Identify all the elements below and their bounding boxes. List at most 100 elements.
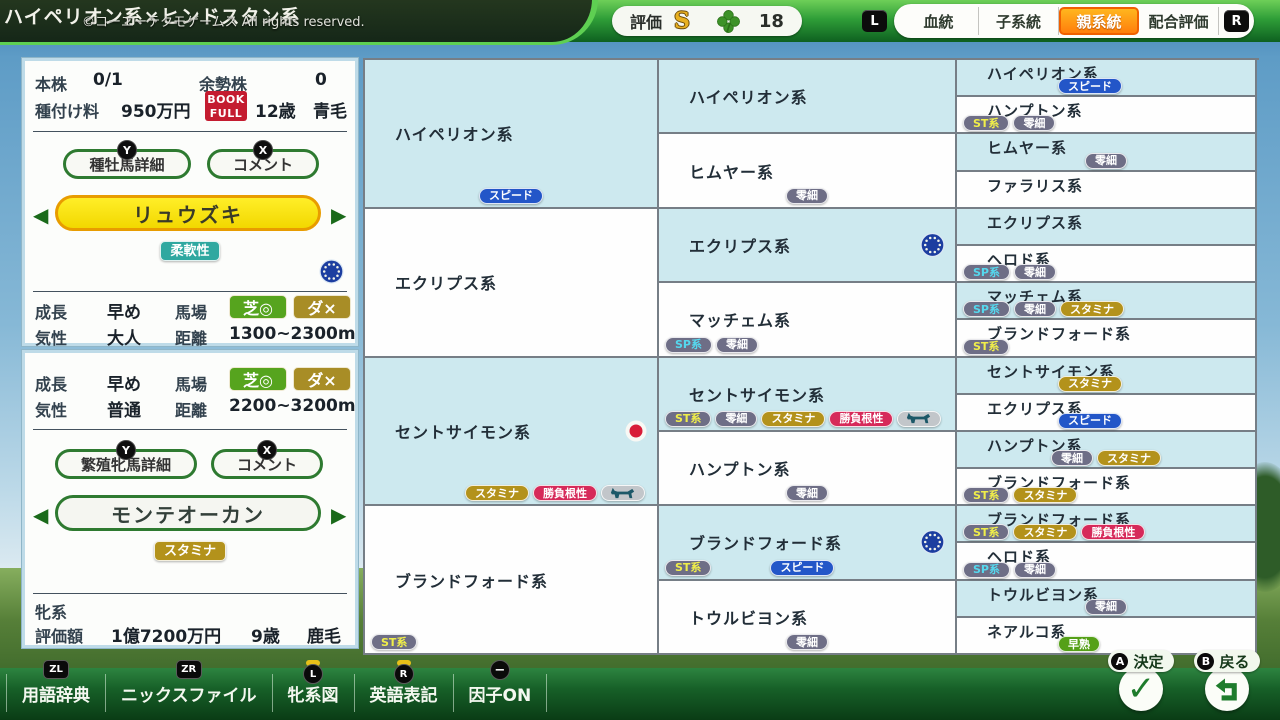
aptitude-badge: スタミナ xyxy=(1013,487,1078,504)
lineage-column-1: ハイペリオン系 スピードエクリプス系セントサイモン系スタミナ 勝負根性ブランドフォー… xyxy=(365,60,659,655)
back-label: 戻る xyxy=(1219,652,1250,671)
aptitude-badge: ST系 xyxy=(963,524,1010,541)
jp-icon xyxy=(625,420,647,442)
y-key-icon: Y xyxy=(117,140,137,160)
clover-count: 18 xyxy=(758,10,784,32)
next-stallion-arrow[interactable]: ▶ xyxy=(331,203,346,227)
mare-age: 9歳 xyxy=(251,627,280,647)
confirm-button-group[interactable]: A 決定 ✓ xyxy=(1098,650,1184,711)
back-circle[interactable] xyxy=(1205,667,1249,711)
badge-row: ST系 スタミナ 勝負根性 xyxy=(963,524,1249,541)
tab-親系統[interactable]: 親系統 xyxy=(1059,7,1139,35)
tab-子系統[interactable]: 子系統 xyxy=(979,7,1059,35)
lineage-cell[interactable]: ブランドフォード系 ST系 スタミナ xyxy=(957,469,1257,507)
fee-label: 種付け料 xyxy=(35,102,100,121)
tab-血統[interactable]: 血統 xyxy=(899,7,979,35)
confirm-circle[interactable]: ✓ xyxy=(1119,667,1163,711)
lineage-cell[interactable]: マッチェム系 SP系 零細 xyxy=(659,283,957,358)
aptitude-badge: スタミナ xyxy=(1059,301,1124,318)
lineage-cell[interactable]: ヘロド系 SP系 零細 xyxy=(957,245,1257,284)
lineage-cell[interactable]: セントサイモン系 スタミナ xyxy=(957,357,1257,395)
lineage-cell[interactable]: ヒムヤー系 零細 xyxy=(957,134,1257,172)
mare-name-pill[interactable]: モンテオーカン xyxy=(55,495,321,531)
lineage-cell[interactable]: トウルビヨン系 零細 xyxy=(659,580,957,655)
badge-row: ST系 xyxy=(371,634,651,650)
lineage-name: エクリプス系 xyxy=(395,274,498,294)
temper-label: 気性 xyxy=(35,329,68,348)
badge-row: スピード xyxy=(963,412,1249,429)
lineage-cell[interactable]: ヒムヤー系 零細 xyxy=(659,134,957,209)
next-mare-arrow[interactable]: ▶ xyxy=(331,503,346,527)
back-button-group[interactable]: B 戻る xyxy=(1184,650,1270,711)
lineage-cell[interactable]: エクリプス系 スピード xyxy=(957,394,1257,432)
lineage-name: セントサイモン系 xyxy=(395,422,532,442)
aptitude-badge: 零細 xyxy=(1013,115,1056,132)
lineage-cell[interactable]: ヘロド系 SP系 零細 xyxy=(957,543,1257,581)
mare-coat: 鹿毛 xyxy=(307,627,341,647)
aptitude-badge: スタミナ xyxy=(1058,375,1122,392)
divider xyxy=(33,131,347,132)
lineage-cell[interactable]: ファラリス系 xyxy=(957,171,1257,209)
l-stick-icon: L xyxy=(303,660,323,684)
temper-value: 大人 xyxy=(107,329,141,349)
eu-flag-icon xyxy=(319,259,344,288)
lineage-cell[interactable]: ブランドフォード系 ST系 xyxy=(957,320,1257,358)
distance-value: 1300~2300m xyxy=(229,324,356,344)
aptitude-badge: 零細 xyxy=(786,187,828,204)
x-key-icon: X xyxy=(257,440,277,460)
stallion-detail-button[interactable]: Y 種牡馬詳細 xyxy=(63,140,191,179)
prev-mare-arrow[interactable]: ◀ xyxy=(33,503,48,527)
lineage-cell[interactable]: ブランドフォード系 ST系 スタミナ 勝負根性 xyxy=(957,506,1257,544)
lineage-cell[interactable]: ハイペリオン系 スピード xyxy=(957,60,1257,98)
mare-line-label: 牝系 xyxy=(35,603,68,622)
lineage-cell[interactable]: ハイペリオン系 スピード xyxy=(365,60,659,209)
stallion-comment-button[interactable]: X コメント xyxy=(207,140,319,179)
lineage-cell[interactable]: トウルビヨン系 零細 xyxy=(957,580,1257,618)
mare-comment-button[interactable]: X コメント xyxy=(211,440,323,479)
lineage-cell[interactable]: セントサイモン系 ST系 零細 スタミナ 勝負根性 xyxy=(659,357,957,432)
footer-item-牝系図[interactable]: L 牝系図 xyxy=(273,660,355,712)
footer-item-因子ON[interactable]: − 因子ON xyxy=(454,660,548,712)
confirm-label: 決定 xyxy=(1133,652,1164,671)
lineage-cell[interactable]: ブランドフォード系 ST系 スピード xyxy=(659,506,957,581)
stallion-name-pill[interactable]: リュウズキ xyxy=(55,195,321,231)
clover-icon xyxy=(716,9,741,34)
aptitude-badge: 勝負根性 xyxy=(829,410,894,427)
zr-button-icon: ZR xyxy=(175,660,202,679)
lineage-cell[interactable]: ハンプトン系 零細 xyxy=(659,431,957,507)
mare-detail-button[interactable]: Y 繁殖牝馬詳細 xyxy=(55,440,197,479)
tab-配合評価[interactable]: 配合評価 xyxy=(1139,7,1219,35)
footer-item-label: 用語辞典 xyxy=(22,685,90,706)
aptitude-badge: ST系 xyxy=(963,487,1010,504)
l-stick-icon: L xyxy=(303,660,323,684)
lineage-name: マッチェム系 xyxy=(689,311,792,331)
lineage-cell[interactable]: セントサイモン系スタミナ 勝負根性 xyxy=(365,357,659,507)
lineage-cell[interactable]: ハンプトン系 零細 スタミナ xyxy=(957,431,1257,470)
lineage-cell[interactable]: ブランドフォード系 ST系 xyxy=(365,506,659,655)
footer-shortcut-list: ZL 用語辞典 ZR ニックスファイル L 牝系図 R 英語表記 − 因子ON xyxy=(6,660,548,712)
horse-icon xyxy=(897,410,942,427)
footer-item-ニックスファイル[interactable]: ZR ニックスファイル xyxy=(106,660,273,712)
aptitude-badge: SP系 xyxy=(963,561,1010,578)
badge-row: スタミナ 勝負根性 xyxy=(371,485,651,502)
aptitude-badge: SP系 xyxy=(963,301,1010,318)
shoulder-l-button[interactable]: L xyxy=(862,10,887,32)
lineage-cell[interactable]: ハイペリオン系 xyxy=(659,60,957,135)
badge-row: 零細 スタミナ xyxy=(963,450,1249,467)
lineage-cell[interactable]: マッチェム系 SP系 零細 スタミナ xyxy=(957,283,1257,321)
footer-item-英語表記[interactable]: R 英語表記 xyxy=(355,660,454,712)
lineage-name: ファラリス系 xyxy=(987,176,1084,195)
prev-stallion-arrow[interactable]: ◀ xyxy=(33,203,48,227)
x-key-icon: X xyxy=(253,140,273,160)
b-key-icon: B xyxy=(1197,652,1215,670)
appraisal-value: 1億7200万円 xyxy=(111,627,222,647)
lineage-cell[interactable]: エクリプス系 xyxy=(365,208,659,358)
aptitude-badge: 零細 xyxy=(1013,561,1056,578)
shoulder-r-button[interactable]: R xyxy=(1224,10,1249,32)
lineage-cell[interactable]: ハンプトン系 ST系 零細 xyxy=(957,97,1257,135)
badge-row: ST系 xyxy=(963,338,1249,355)
footer-item-用語辞典[interactable]: ZL 用語辞典 xyxy=(6,660,106,712)
lineage-cell[interactable]: エクリプス系 xyxy=(957,208,1257,246)
lineage-cell[interactable]: エクリプス系 xyxy=(659,208,957,284)
aptitude-badge: 零細 xyxy=(1013,301,1056,318)
